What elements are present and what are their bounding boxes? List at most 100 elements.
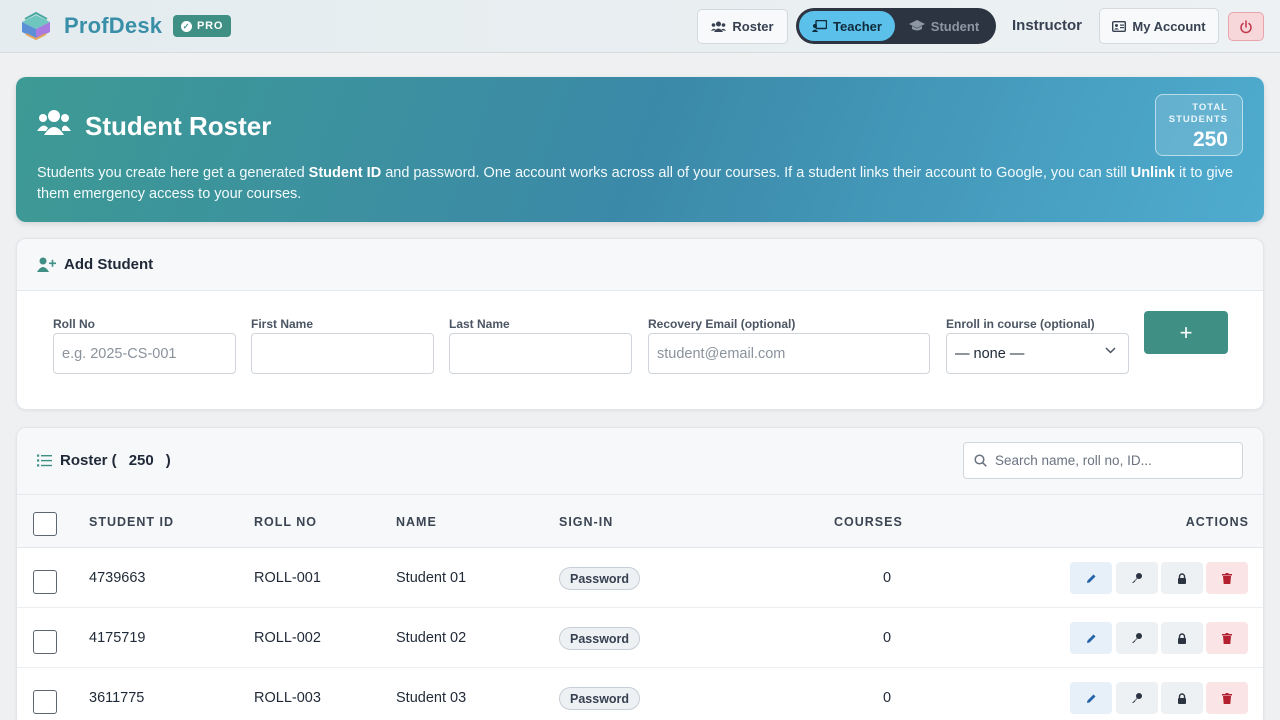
table-row: 4175719 ROLL-002 Student 02 Password 0	[17, 608, 1263, 668]
row-checkbox[interactable]	[33, 630, 57, 654]
roll-no-cell: ROLL-003	[254, 690, 321, 706]
reset-password-button[interactable]	[1116, 682, 1158, 714]
column-sign-in: SIGN-IN	[559, 515, 614, 529]
student-id-cell: 3611775	[89, 690, 145, 706]
teacher-mode-label: Teacher	[833, 18, 882, 34]
lock-icon	[1178, 692, 1186, 704]
key-icon	[1132, 633, 1142, 643]
user-role-label: Instructor	[1012, 17, 1083, 34]
courses-cell: 0	[883, 690, 892, 706]
column-courses[interactable]: COURSES	[834, 515, 903, 529]
key-icon	[1132, 573, 1142, 583]
first-name-label: First Name	[251, 317, 314, 331]
chevron-down-icon	[1105, 347, 1116, 354]
key-icon	[1132, 693, 1142, 703]
enroll-course-select[interactable]: — none —	[946, 333, 1129, 374]
student-mode-label: Student	[930, 18, 980, 34]
enroll-course-value: — none —	[955, 345, 1025, 362]
search-placeholder: Search name, roll no, ID...	[995, 453, 1152, 468]
column-student-id[interactable]: STUDENT ID	[89, 515, 174, 529]
name-cell: Student 01	[396, 570, 467, 586]
lock-button[interactable]	[1161, 562, 1203, 594]
add-student-card: Add Student Roll No e.g. 2025-CS-001 Fir…	[16, 238, 1264, 410]
edit-button[interactable]	[1070, 622, 1112, 654]
top-bar: ProfDesk ✓ PRO Roster Teacher Student In…	[0, 0, 1280, 53]
sign-in-badge: Password	[559, 687, 641, 710]
sign-in-badge: Password	[559, 567, 641, 590]
total-students-value: 250	[1192, 128, 1228, 151]
delete-button[interactable]	[1206, 562, 1248, 594]
edit-button[interactable]	[1070, 562, 1112, 594]
teacher-mode-button[interactable]: Teacher	[799, 11, 895, 41]
table-header: STUDENT ID ROLL NO NAME SIGN-IN COURSES …	[17, 495, 1263, 548]
lock-button[interactable]	[1161, 622, 1203, 654]
roster-title-label: Roster (	[60, 452, 117, 469]
total-students-stat: TOTAL STUDENTS 250	[1155, 94, 1243, 156]
mode-toggle: Teacher Student	[796, 8, 996, 44]
add-student-header: Add Student	[17, 239, 1263, 291]
table-row: 3611775 ROLL-003 Student 03 Password 0	[17, 668, 1263, 720]
recovery-email-input[interactable]: student@email.com	[648, 333, 930, 374]
lock-button[interactable]	[1161, 682, 1203, 714]
roster-hero-banner: Student Roster Students you create here …	[16, 77, 1264, 222]
student-mode-button[interactable]: Student	[895, 11, 993, 41]
search-icon	[974, 454, 987, 467]
row-checkbox[interactable]	[33, 690, 57, 714]
search-input[interactable]: Search name, roll no, ID...	[963, 442, 1243, 479]
books-logo-icon	[22, 11, 50, 41]
select-all-checkbox[interactable]	[33, 512, 57, 536]
roll-no-label: Roll No	[53, 317, 95, 331]
users-icon	[37, 110, 71, 135]
total-label-line1: TOTAL	[1192, 102, 1228, 113]
add-student-button[interactable]: +	[1144, 311, 1228, 354]
check-circle-icon: ✓	[181, 20, 192, 32]
page-title: Student Roster	[85, 111, 272, 141]
name-cell: Student 02	[396, 630, 467, 646]
list-icon	[37, 454, 52, 467]
users-icon	[711, 21, 727, 32]
reset-password-button[interactable]	[1116, 622, 1158, 654]
graduation-cap-icon	[908, 20, 925, 31]
column-roll-no[interactable]: ROLL NO	[254, 515, 317, 529]
courses-cell: 0	[883, 570, 892, 586]
user-plus-icon	[37, 257, 56, 272]
lock-icon	[1178, 572, 1186, 584]
chalkboard-teacher-icon	[812, 20, 828, 32]
column-name[interactable]: NAME	[396, 515, 437, 529]
power-icon	[1240, 19, 1252, 33]
row-checkbox[interactable]	[33, 570, 57, 594]
last-name-input[interactable]	[449, 333, 632, 374]
roster-count: 250	[128, 452, 154, 469]
pencil-icon	[1086, 634, 1095, 643]
reset-password-button[interactable]	[1116, 562, 1158, 594]
column-actions: ACTIONS	[1185, 515, 1249, 529]
name-cell: Student 03	[396, 690, 467, 706]
roll-no-cell: ROLL-002	[254, 630, 321, 646]
table-row: 4739663 ROLL-001 Student 01 Password 0	[17, 548, 1263, 608]
roll-no-input[interactable]: e.g. 2025-CS-001	[53, 333, 236, 374]
brand-name[interactable]: ProfDesk	[64, 13, 162, 39]
logout-button[interactable]	[1228, 12, 1264, 41]
last-name-label: Last Name	[449, 317, 510, 331]
edit-button[interactable]	[1070, 682, 1112, 714]
delete-button[interactable]	[1206, 622, 1248, 654]
lock-icon	[1178, 632, 1186, 644]
roster-button[interactable]: Roster	[697, 9, 788, 44]
roster-title: Roster ( 250 )	[37, 452, 171, 469]
trash-icon	[1222, 692, 1232, 704]
my-account-button[interactable]: My Account	[1099, 8, 1219, 44]
pencil-icon	[1086, 574, 1095, 583]
pencil-icon	[1086, 694, 1095, 703]
roster-card: Roster ( 250 ) Search name, roll no, ID.…	[16, 427, 1264, 720]
trash-icon	[1222, 572, 1232, 584]
roster-button-label: Roster	[732, 19, 774, 34]
first-name-input[interactable]	[251, 333, 434, 374]
roster-header: Roster ( 250 ) Search name, roll no, ID.…	[17, 428, 1263, 495]
roster-title-close: )	[165, 452, 171, 469]
my-account-label: My Account	[1132, 18, 1206, 34]
pro-badge-label: PRO	[197, 20, 224, 32]
page-description: Students you create here get a generated…	[37, 165, 1234, 202]
enroll-course-label: Enroll in course (optional)	[946, 317, 1095, 331]
delete-button[interactable]	[1206, 682, 1248, 714]
student-id-cell: 4175719	[89, 630, 146, 646]
